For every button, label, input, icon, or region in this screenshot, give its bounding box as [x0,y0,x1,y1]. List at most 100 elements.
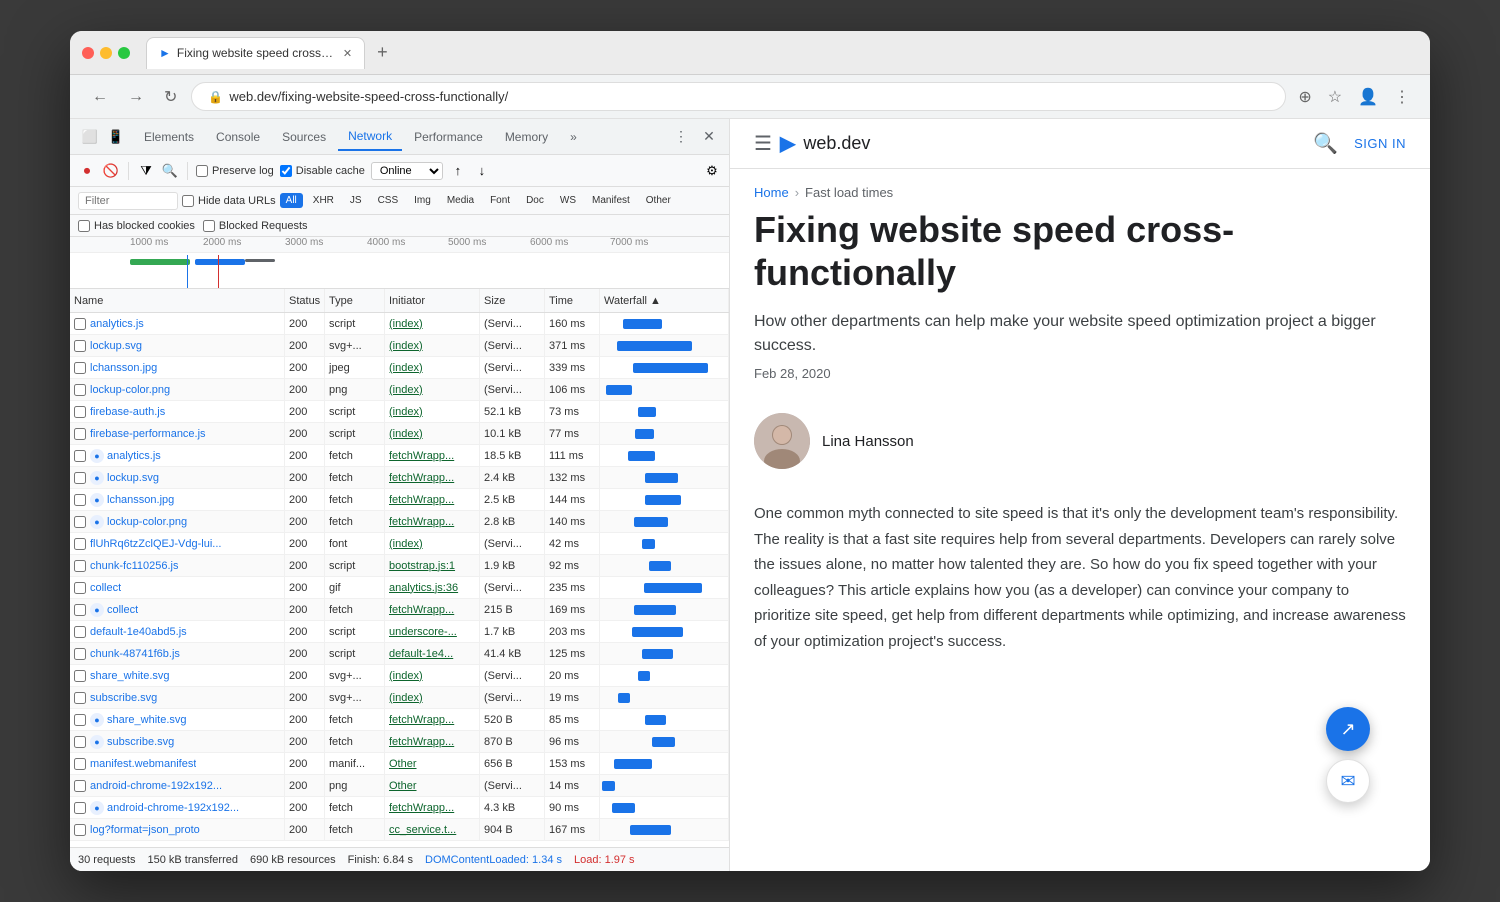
row-initiator[interactable]: default-1e4... [385,643,480,664]
row-initiator[interactable]: (index) [385,533,480,554]
row-checkbox[interactable] [74,406,86,418]
filter-button[interactable]: ⧩ [137,162,155,180]
filter-img-button[interactable]: Img [408,193,437,208]
row-checkbox[interactable] [74,494,86,506]
minimize-button[interactable] [100,47,112,59]
share-fab-button[interactable]: ↗ [1326,707,1370,751]
row-checkbox[interactable] [74,450,86,462]
row-checkbox[interactable] [74,384,86,396]
table-row[interactable]: lockup.svg 200 svg+... (index) (Servi...… [70,335,729,357]
table-row[interactable]: lockup-color.png 200 png (index) (Servi.… [70,379,729,401]
tab-network[interactable]: Network [338,123,402,151]
reload-button[interactable]: ↻ [158,83,183,111]
disable-cache-input[interactable] [280,165,292,177]
active-tab[interactable]: ► Fixing website speed cross-fu... ✕ [146,37,365,69]
row-checkbox[interactable] [74,802,86,814]
tab-elements[interactable]: Elements [134,124,204,150]
row-initiator[interactable]: fetchWrapp... [385,511,480,532]
forward-button[interactable]: → [122,84,150,110]
search-button[interactable]: 🔍 [161,162,179,180]
table-row[interactable]: lchansson.jpg 200 jpeg (index) (Servi...… [70,357,729,379]
feedback-fab-button[interactable]: ✉ [1326,759,1370,803]
table-row[interactable]: ● lockup.svg 200 fetch fetchWrapp... 2.4… [70,467,729,489]
filter-css-button[interactable]: CSS [372,193,405,208]
row-checkbox[interactable] [74,582,86,594]
tab-memory[interactable]: Memory [495,124,558,150]
row-checkbox[interactable] [74,714,86,726]
search-button[interactable]: 🔍 [1313,131,1338,156]
filter-doc-button[interactable]: Doc [520,193,550,208]
row-initiator[interactable]: (index) [385,357,480,378]
table-row[interactable]: ● lockup-color.png 200 fetch fetchWrapp.… [70,511,729,533]
filter-media-button[interactable]: Media [441,193,480,208]
maximize-button[interactable] [118,47,130,59]
table-row[interactable]: analytics.js 200 script (index) (Servi..… [70,313,729,335]
row-checkbox[interactable] [74,318,86,330]
row-checkbox[interactable] [74,626,86,638]
tab-more[interactable]: » [560,124,587,150]
filter-js-button[interactable]: JS [344,193,368,208]
table-row[interactable]: ● collect 200 fetch fetchWrapp... 215 B … [70,599,729,621]
row-initiator[interactable]: (index) [385,401,480,422]
table-row[interactable]: log?format=json_proto 200 fetch cc_servi… [70,819,729,841]
row-initiator[interactable]: (index) [385,335,480,356]
row-initiator[interactable]: underscore-... [385,621,480,642]
new-tab-button[interactable]: + [369,38,396,67]
table-row[interactable]: firebase-performance.js 200 script (inde… [70,423,729,445]
row-checkbox[interactable] [74,560,86,572]
row-initiator[interactable]: Other [385,753,480,774]
table-row[interactable]: chunk-48741f6b.js 200 script default-1e4… [70,643,729,665]
filter-xhr-button[interactable]: XHR [307,193,340,208]
profile-button[interactable]: 👤 [1354,83,1382,111]
table-row[interactable]: manifest.webmanifest 200 manif... Other … [70,753,729,775]
row-checkbox[interactable] [74,692,86,704]
row-initiator[interactable]: fetchWrapp... [385,489,480,510]
row-checkbox[interactable] [74,428,86,440]
table-row[interactable]: share_white.svg 200 svg+... (index) (Ser… [70,665,729,687]
account-icon[interactable]: ⊕ [1294,83,1315,111]
filter-manifest-button[interactable]: Manifest [586,193,636,208]
preserve-log-input[interactable] [196,165,208,177]
row-initiator[interactable]: (index) [385,423,480,444]
tab-performance[interactable]: Performance [404,124,493,150]
row-initiator[interactable]: fetchWrapp... [385,445,480,466]
devtools-close-button[interactable]: ✕ [697,125,721,149]
filter-ws-button[interactable]: WS [554,193,582,208]
disable-cache-checkbox[interactable]: Disable cache [280,165,365,177]
blocked-requests-checkbox[interactable]: Blocked Requests [203,220,308,232]
row-checkbox[interactable] [74,758,86,770]
tab-console[interactable]: Console [206,124,270,150]
row-initiator[interactable]: cc_service.t... [385,819,480,840]
sign-in-button[interactable]: SIGN IN [1354,136,1406,151]
export-har-button[interactable]: ↓ [473,162,491,180]
throttle-select[interactable]: Online Fast 3G Slow 3G Offline [371,162,443,180]
row-checkbox[interactable] [74,340,86,352]
row-checkbox[interactable] [74,604,86,616]
preserve-log-checkbox[interactable]: Preserve log [196,165,274,177]
row-checkbox[interactable] [74,780,86,792]
row-checkbox[interactable] [74,516,86,528]
table-row[interactable]: ● subscribe.svg 200 fetch fetchWrapp... … [70,731,729,753]
row-initiator[interactable]: fetchWrapp... [385,797,480,818]
table-row[interactable]: firebase-auth.js 200 script (index) 52.1… [70,401,729,423]
record-button[interactable]: ⏺ [78,162,96,180]
row-checkbox[interactable] [74,824,86,836]
clear-button[interactable]: 🚫 [102,162,120,180]
row-initiator[interactable]: (index) [385,313,480,334]
row-initiator[interactable]: fetchWrapp... [385,599,480,620]
table-row[interactable]: collect 200 gif analytics.js:36 (Servi..… [70,577,729,599]
row-checkbox[interactable] [74,362,86,374]
inspect-element-icon[interactable]: ⬜ [78,125,102,149]
filter-other-button[interactable]: Other [640,193,677,208]
table-row[interactable]: ● analytics.js 200 fetch fetchWrapp... 1… [70,445,729,467]
table-row[interactable]: ● lchansson.jpg 200 fetch fetchWrapp... … [70,489,729,511]
row-checkbox[interactable] [74,736,86,748]
hamburger-menu[interactable]: ☰ [754,131,772,156]
row-initiator[interactable]: (index) [385,687,480,708]
filter-font-button[interactable]: Font [484,193,516,208]
table-row[interactable]: default-1e40abd5.js 200 script underscor… [70,621,729,643]
network-settings-button[interactable]: ⚙ [703,162,721,180]
table-row[interactable]: android-chrome-192x192... 200 png Other … [70,775,729,797]
devtools-more-menu[interactable]: ⋮ [669,125,693,149]
row-initiator[interactable]: analytics.js:36 [385,577,480,598]
